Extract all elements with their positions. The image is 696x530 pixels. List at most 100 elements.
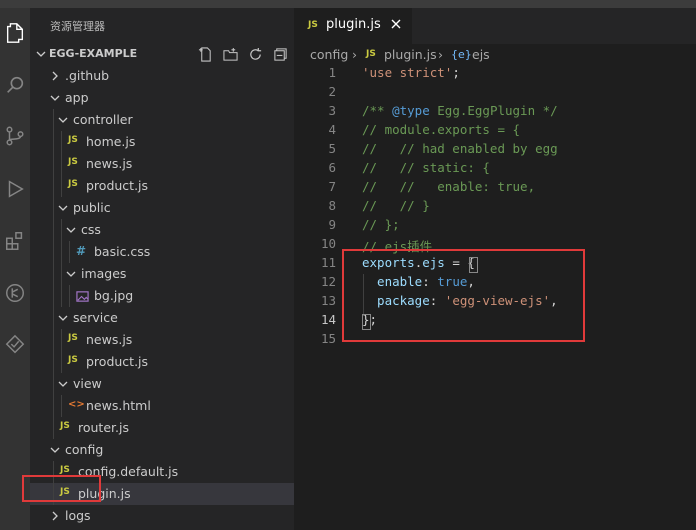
code-text: // // static: {: [362, 160, 490, 175]
tree-folder[interactable]: app: [30, 87, 294, 109]
tree-folder[interactable]: .github: [30, 65, 294, 87]
search-icon[interactable]: [0, 70, 30, 100]
code-token: // module.exports = {: [362, 122, 521, 137]
file-tree: .github app controller JS home.js JS news.js JS…: [30, 65, 294, 527]
line-number: 8: [328, 198, 336, 213]
workspace-name: EGG-EXAMPLE: [49, 47, 138, 60]
collapse-all-icon[interactable]: [272, 46, 288, 62]
tree-folder[interactable]: logs: [30, 505, 294, 527]
chevron-down-icon[interactable]: [66, 269, 76, 279]
chevron-down-icon[interactable]: [58, 203, 68, 213]
remote-explorer-icon[interactable]: [0, 278, 30, 308]
indent-guide: [53, 285, 54, 307]
chevron-down-icon[interactable]: [50, 93, 60, 103]
js-file-icon: JS: [68, 333, 78, 343]
breadcrumb-symbol[interactable]: ejs: [472, 47, 490, 62]
line-number: 3: [328, 103, 336, 118]
tree-item-label: public: [73, 200, 111, 215]
code-line: 7 // // enable: true,: [294, 178, 696, 197]
new-folder-icon[interactable]: [222, 46, 238, 62]
indent-guide: [69, 285, 70, 307]
code-text: // // enable: true,: [362, 179, 535, 194]
tree-item-label: home.js: [86, 134, 136, 149]
chevron-right-icon[interactable]: [50, 71, 60, 81]
tab-plugin-js[interactable]: JS plugin.js: [294, 8, 412, 44]
source-control-icon[interactable]: [0, 121, 30, 151]
extensions-icon[interactable]: [0, 226, 30, 256]
new-file-icon[interactable]: [197, 46, 213, 62]
tree-item-label: app: [65, 90, 89, 105]
tree-folder[interactable]: images: [30, 263, 294, 285]
indent-guide: [53, 219, 54, 241]
run-debug-icon[interactable]: [0, 174, 30, 204]
indent-guide: [69, 241, 70, 263]
tree-folder[interactable]: css: [30, 219, 294, 241]
tree-folder[interactable]: public: [30, 197, 294, 219]
html-file-icon: <>: [68, 399, 85, 410]
code-token: // // enable: true,: [362, 179, 536, 194]
chevron-right-icon[interactable]: [50, 511, 60, 521]
indent-guide: [53, 307, 54, 329]
chevron-down-icon[interactable]: [58, 115, 68, 125]
code-token: @type: [392, 103, 430, 118]
tree-file[interactable]: <> news.html: [30, 395, 294, 417]
tree-folder[interactable]: service: [30, 307, 294, 329]
tree-file[interactable]: JS product.js: [30, 175, 294, 197]
chevron-down-icon[interactable]: [58, 379, 68, 389]
tree-item-label: images: [81, 266, 127, 281]
refresh-icon[interactable]: [247, 46, 263, 62]
tree-file[interactable]: JS news.js: [30, 153, 294, 175]
tree-item-label: product.js: [86, 178, 149, 193]
tree-folder[interactable]: config: [30, 439, 294, 461]
code-token: ;: [452, 65, 460, 80]
title-strip: [0, 0, 696, 8]
breadcrumb-file[interactable]: plugin.js: [384, 47, 437, 62]
code-token: // // }: [362, 198, 430, 213]
code-token: // };: [362, 217, 400, 232]
line-number: 7: [328, 179, 336, 194]
tree-file[interactable]: # basic.css: [30, 241, 294, 263]
code-text: // };: [362, 217, 400, 232]
code-token: 'use strict': [362, 65, 453, 80]
js-file-icon: JS: [68, 179, 78, 189]
tree-item-label: controller: [73, 112, 133, 127]
code-line: 5 // // had enabled by egg: [294, 140, 696, 159]
code-token: // // static: {: [362, 160, 490, 175]
test-icon[interactable]: [0, 330, 30, 360]
tree-file[interactable]: bg.jpg: [30, 285, 294, 307]
line-number: 12: [320, 274, 336, 289]
code-line: 4 // module.exports = {: [294, 121, 696, 140]
tree-folder[interactable]: controller: [30, 109, 294, 131]
line-number: 11: [320, 255, 336, 270]
code-line: 1 'use strict';: [294, 64, 696, 83]
line-number: 2: [328, 84, 336, 99]
tree-file[interactable]: JS news.js: [30, 329, 294, 351]
css-file-icon: #: [76, 244, 87, 258]
chevron-down-icon[interactable]: [58, 313, 68, 323]
tree-item-label: bg.jpg: [94, 288, 134, 303]
chevron-down-icon[interactable]: [50, 445, 60, 455]
close-icon[interactable]: [389, 17, 403, 31]
tree-item-label: service: [73, 310, 118, 325]
js-file-icon: JS: [308, 20, 318, 30]
tree-item-label: .github: [65, 68, 110, 83]
indent-guide: [53, 175, 54, 197]
workspace-section-header[interactable]: EGG-EXAMPLE: [30, 44, 294, 64]
code-token: // // had enabled by egg: [362, 141, 558, 156]
line-number: 1: [328, 65, 336, 80]
chevron-down-icon[interactable]: [66, 225, 76, 235]
tree-file[interactable]: JS home.js: [30, 131, 294, 153]
breadcrumb-folder[interactable]: config: [310, 47, 348, 62]
js-file-icon: JS: [68, 135, 78, 145]
indent-guide: [61, 263, 62, 285]
tree-item-label: news.html: [86, 398, 151, 413]
code-text: // // }: [362, 198, 430, 213]
tree-folder[interactable]: view: [30, 373, 294, 395]
line-number: 10: [320, 236, 336, 251]
selected-file-highlight-box: [22, 475, 101, 502]
tab-label: plugin.js: [326, 17, 381, 32]
explorer-icon[interactable]: [0, 18, 30, 48]
indent-guide: [53, 263, 54, 285]
tree-file[interactable]: JS product.js: [30, 351, 294, 373]
tree-file[interactable]: JS router.js: [30, 417, 294, 439]
